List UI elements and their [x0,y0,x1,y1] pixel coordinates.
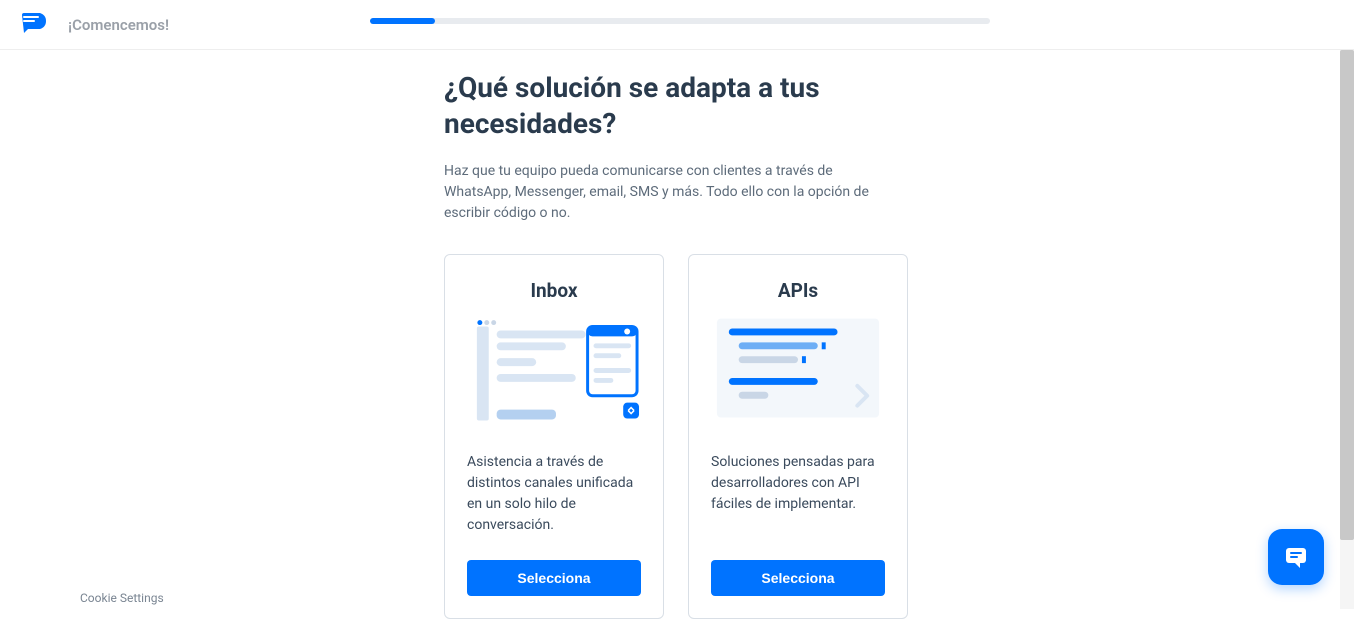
progress-fill [370,18,435,24]
card-apis-title: APIs [711,279,885,302]
header-title: ¡Comencemos! [68,16,169,34]
apis-illustration [711,318,885,428]
header: ¡Comencemos! [0,0,1354,50]
scrollbar-thumb[interactable] [1340,50,1354,540]
inbox-illustration [467,318,641,428]
main-content: ¿Qué solución se adapta a tus necesidade… [444,50,914,619]
select-inbox-button[interactable]: Selecciona [467,560,641,596]
card-inbox-title: Inbox [467,279,641,302]
page-title: ¿Qué solución se adapta a tus necesidade… [444,70,914,143]
scrollbar[interactable] [1340,50,1354,609]
chat-widget-button[interactable] [1268,529,1324,585]
logo-icon [20,11,48,39]
cookie-settings-link[interactable]: Cookie Settings [80,591,164,605]
card-apis-description: Soluciones pensadas para desarrolladores… [711,452,885,536]
select-apis-button[interactable]: Selecciona [711,560,885,596]
card-inbox[interactable]: Inbox [444,254,664,619]
progress-bar [370,18,990,24]
cards-container: Inbox [444,254,914,619]
card-inbox-description: Asistencia a través de distintos canales… [467,452,641,536]
page-subtitle: Haz que tu equipo pueda comunicarse con … [444,161,874,224]
card-apis[interactable]: APIs Soluciones pensadas para desarrolla… [688,254,908,619]
chat-icon [1282,543,1310,571]
